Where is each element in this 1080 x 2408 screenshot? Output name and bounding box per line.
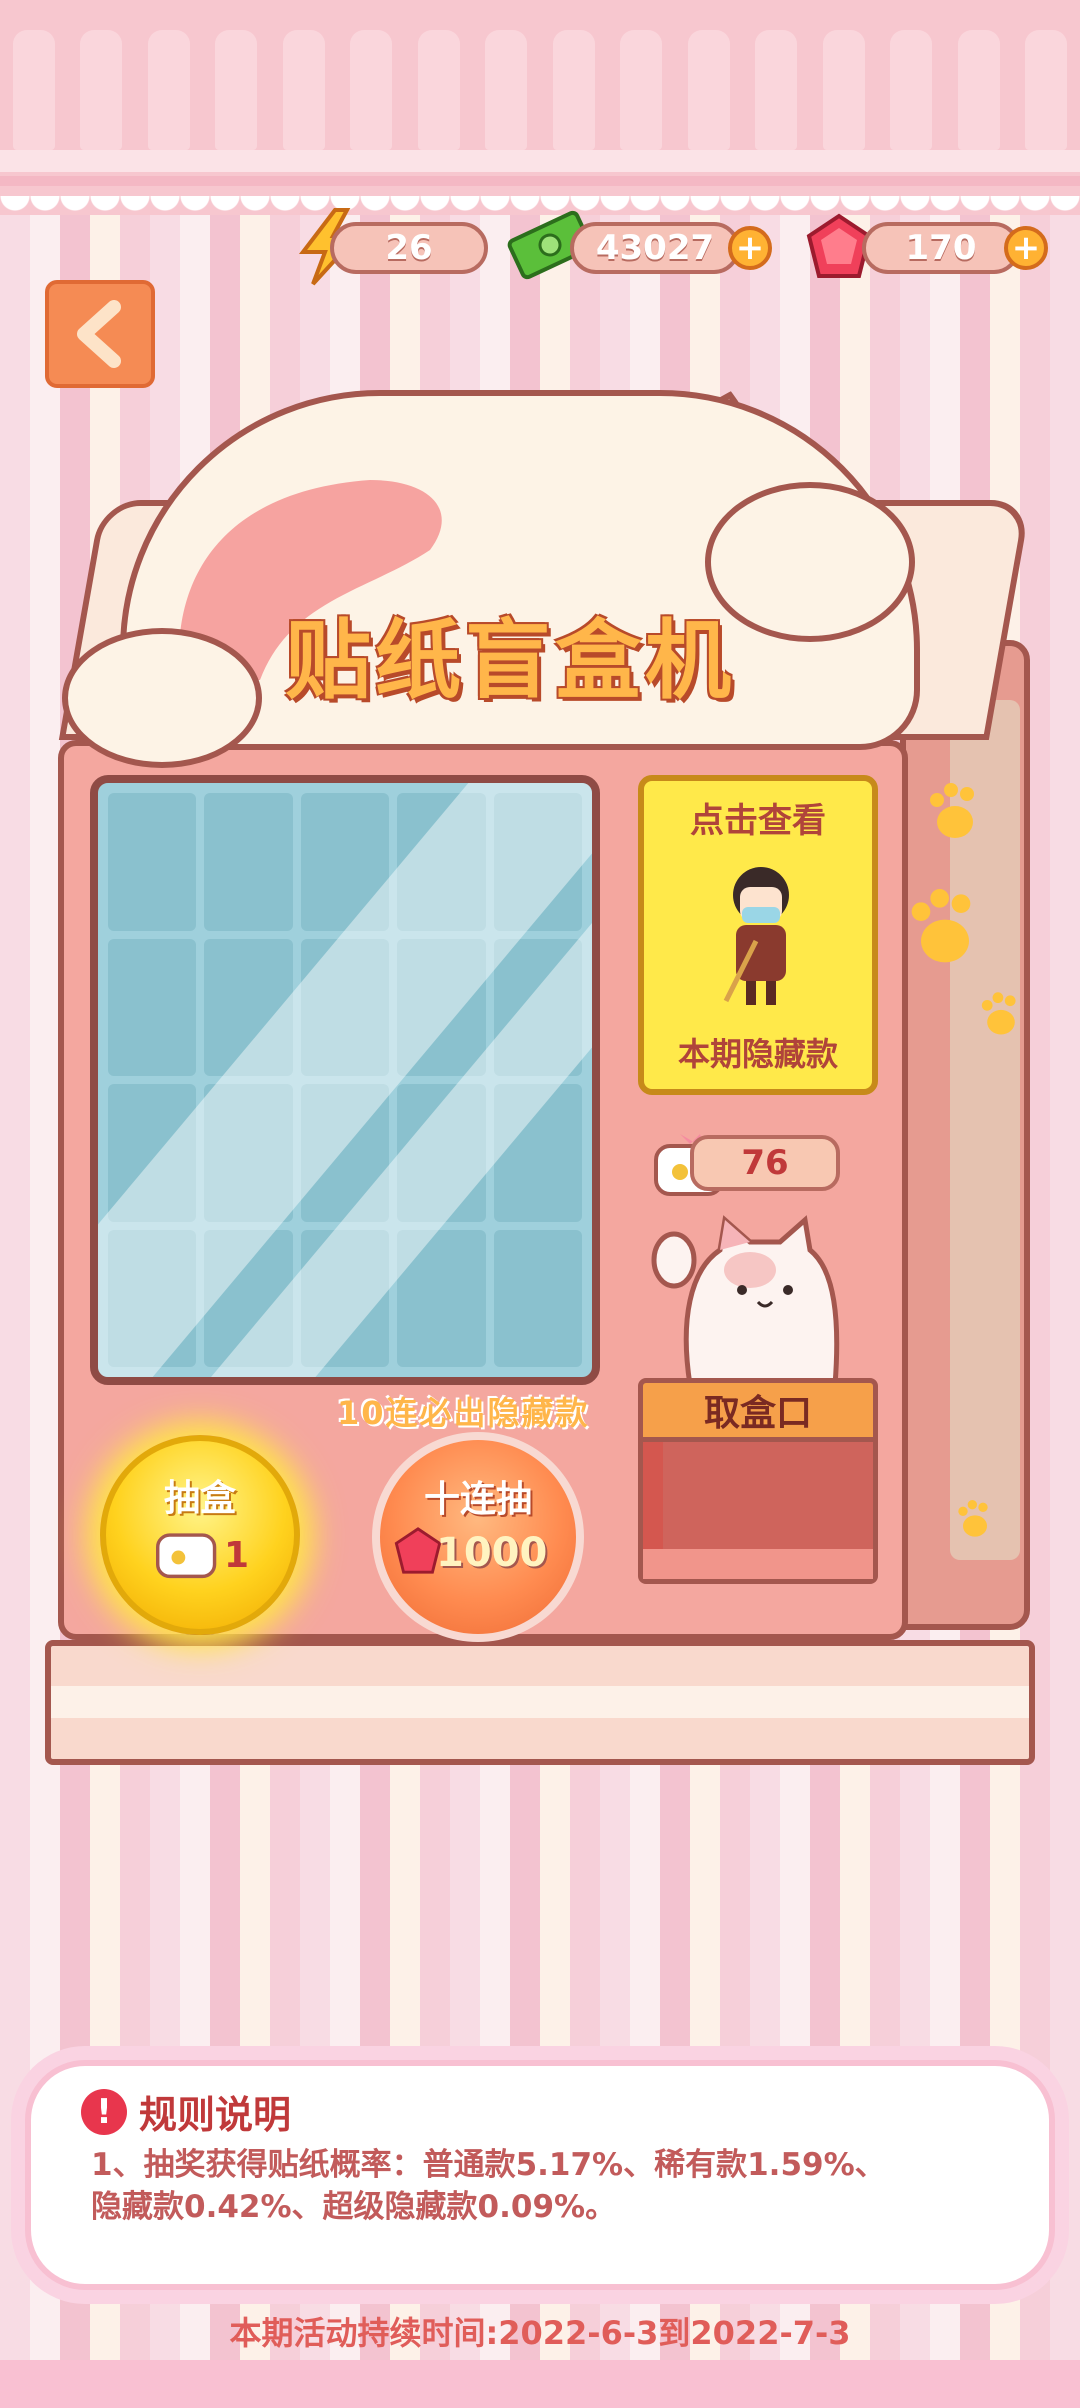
single-draw-button[interactable]: 抽盒 1	[100, 1435, 300, 1635]
event-duration: 本期活动持续时间:2022-6-3到2022-7-3	[229, 2314, 851, 2352]
cash-counter: 43027	[570, 222, 740, 274]
gem-counter: 170	[862, 222, 1020, 274]
pickup-slot[interactable]	[638, 1442, 878, 1584]
ten-draw-button[interactable]: 十连抽 1000	[372, 1432, 584, 1642]
rules-header: ! 规则说明	[81, 2084, 291, 2139]
chevron-left-icon	[77, 300, 121, 368]
hidden-item-preview-card[interactable]: 点击查看 本期隐藏款	[638, 775, 878, 1095]
alert-icon: !	[81, 2088, 127, 2135]
blind-box	[204, 793, 293, 931]
machine-base	[45, 1640, 1035, 1765]
ten-draw-guarantee-text: 10连必出隐藏款	[337, 1394, 590, 1432]
energy-counter: 26	[330, 222, 488, 274]
single-draw-label: 抽盒	[163, 1478, 236, 1519]
paw-print-decoration	[911, 889, 971, 963]
single-draw-cost: 1	[224, 1535, 250, 1576]
rules-text: 1、抽奖获得贴纸概率：普通款5.17%、稀有款1.59%、隐藏款0.42%、超级…	[91, 2147, 886, 2225]
pickup-slot-label: 取盒口	[638, 1378, 878, 1442]
awning-bottles	[0, 20, 1080, 150]
paw-print-decoration	[958, 1500, 988, 1537]
view-label: 点击查看	[690, 801, 826, 841]
add-gems-button[interactable]: +	[1004, 226, 1048, 270]
add-cash-button[interactable]: +	[728, 226, 772, 270]
blind-box-display-window	[90, 775, 600, 1385]
ticket-counter: 76	[690, 1135, 840, 1191]
blind-box	[108, 793, 197, 931]
rules-title: 规则说明	[139, 2093, 292, 2137]
rules-panel: ! 规则说明 1、抽奖获得贴纸概率：普通款5.17%、稀有款1.59%、隐藏款0…	[25, 2060, 1055, 2290]
machine-title: 贴纸盲盒机	[285, 611, 735, 711]
ten-draw-label: 十连抽	[423, 1479, 532, 1520]
cat-paw-right	[705, 482, 915, 642]
waving-cat	[651, 1215, 840, 1385]
blind-box	[493, 1229, 582, 1367]
hidden-character-figure	[723, 867, 789, 1005]
ticket-icon	[156, 1533, 217, 1579]
back-button[interactable]	[45, 280, 155, 388]
top-awning	[0, 0, 1080, 226]
ten-draw-cost: 1000	[436, 1530, 548, 1576]
bottom-lace	[0, 2360, 1080, 2408]
paw-print-decoration	[930, 783, 974, 838]
blind-box	[108, 938, 197, 1076]
cat-paw-left	[62, 628, 262, 768]
paw-print-decoration	[981, 992, 1016, 1035]
hidden-item-label: 本期隐藏款	[677, 1035, 838, 1073]
